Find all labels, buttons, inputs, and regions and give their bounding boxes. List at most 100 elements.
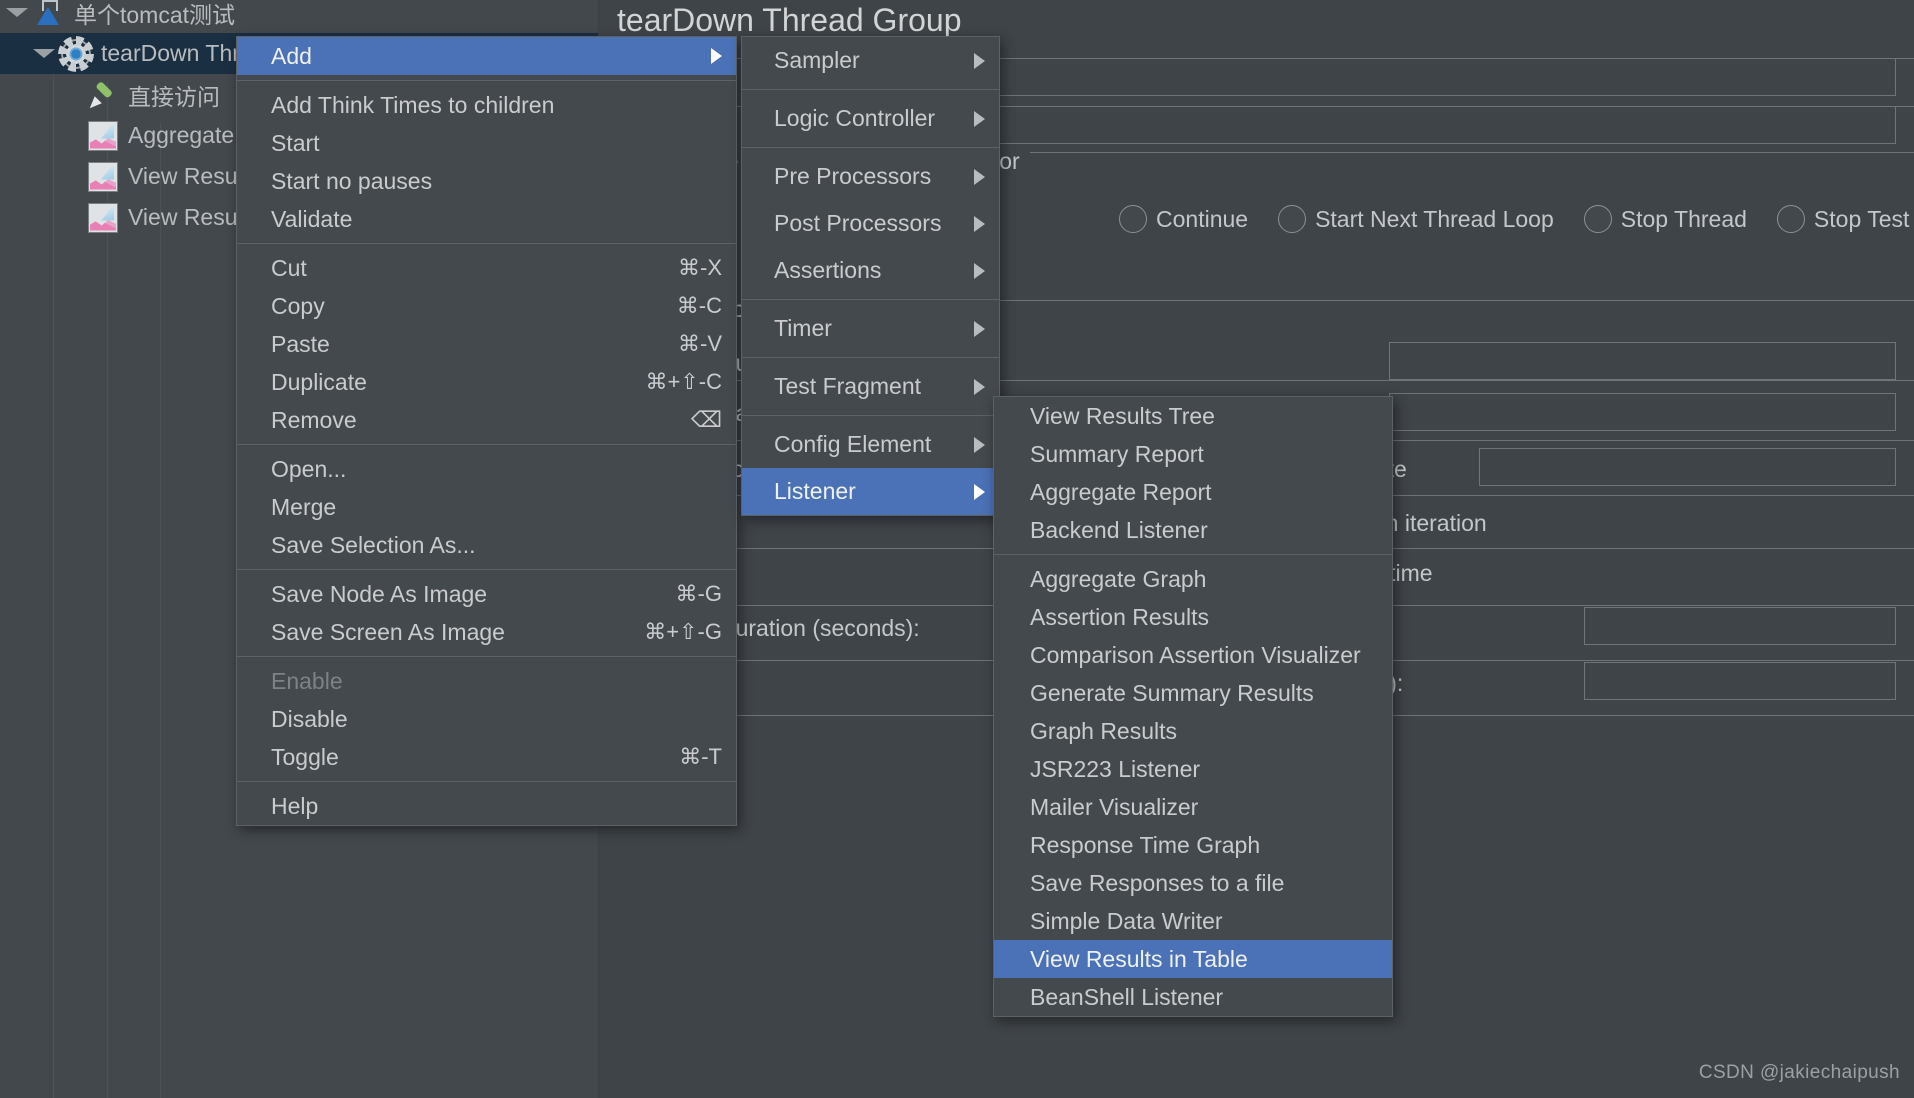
menu-item-label: Pre Processors [774, 163, 932, 189]
menu-item-help[interactable]: Help [237, 787, 736, 825]
listener-item-aggregate-graph[interactable]: Aggregate Graph [994, 560, 1392, 598]
chevron-right-icon [974, 52, 985, 69]
menu-item-label: Comparison Assertion Visualizer [1030, 641, 1361, 668]
page-title: tearDown Thread Group [617, 2, 962, 38]
menu-item-enable: Enable [237, 662, 736, 700]
chevron-right-icon [974, 378, 985, 395]
listener-item-summary-report[interactable]: Summary Report [994, 435, 1392, 473]
menu-item-start-no-pauses[interactable]: Start no pauses [237, 162, 736, 200]
chevron-right-icon [711, 48, 722, 64]
listener-item-mailer-visualizer[interactable]: Mailer Visualizer [994, 788, 1392, 826]
menu-item-label: Response Time Graph [1030, 831, 1261, 858]
add-item-logic-controller[interactable]: Logic Controller [742, 95, 999, 142]
context-menu[interactable]: Add Add Think Times to children Start Start… [236, 36, 737, 826]
menu-item-save-screen-as-image[interactable]: Save Screen As Image ⌘+⇧-G [237, 613, 736, 651]
chart-icon [88, 202, 118, 233]
add-submenu[interactable]: Sampler Logic Controller Pre Processors Pos… [741, 36, 1000, 516]
listener-item-view-results-tree[interactable]: View Results Tree [994, 397, 1392, 435]
gear-icon [61, 38, 91, 69]
menu-item-toggle[interactable]: Toggle ⌘-T [237, 738, 736, 776]
chevron-right-icon [974, 483, 985, 500]
add-item-pre-processors[interactable]: Pre Processors [742, 153, 999, 200]
num-threads-input[interactable] [1389, 342, 1896, 380]
startup-delay-input[interactable] [1584, 662, 1896, 700]
ramp-up-input[interactable] [1389, 393, 1896, 431]
radio-stop-test[interactable] [1776, 205, 1805, 233]
menu-item-label: Validate [271, 205, 353, 232]
menu-item-remove[interactable]: Remove ⌫ [237, 401, 736, 439]
chevron-down-icon[interactable] [6, 8, 28, 17]
listener-submenu[interactable]: View Results Tree Summary Report Aggregate… [993, 396, 1393, 1017]
menu-item-label: Save Node As Image [271, 580, 488, 607]
chart-icon [88, 161, 118, 192]
menu-item-duplicate[interactable]: Duplicate ⌘+⇧-C [237, 363, 736, 401]
radio-label-continue: Continue [1156, 205, 1249, 232]
menu-item-copy[interactable]: Copy ⌘-C [237, 287, 736, 325]
menu-item-save-selection-as[interactable]: Save Selection As... [237, 526, 736, 564]
listener-item-view-results-in-table[interactable]: View Results in Table [994, 940, 1392, 978]
tree-item-label: 直接访问 [128, 83, 220, 110]
menu-item-label: Save Responses to a file [1030, 869, 1285, 896]
add-item-post-processors[interactable]: Post Processors [742, 200, 999, 247]
add-item-assertions[interactable]: Assertions [742, 247, 999, 294]
listener-item-beanshell-listener[interactable]: BeanShell Listener [994, 978, 1392, 1016]
menu-item-label: Help [271, 792, 319, 819]
listener-item-jsr223-listener[interactable]: JSR223 Listener [994, 750, 1392, 788]
menu-item-open[interactable]: Open... [237, 450, 736, 488]
chevron-right-icon [974, 262, 985, 279]
add-item-timer[interactable]: Timer [742, 305, 999, 352]
chevron-down-icon[interactable] [33, 49, 55, 58]
jmeter-window: 单个tomcat测试 tearDown Thread Group 直接访问 Aggre… [0, 0, 1914, 1098]
menu-item-label: Add Think Times to children [271, 91, 555, 118]
radio-stop-thread[interactable] [1583, 205, 1612, 233]
add-item-config-element[interactable]: Config Element [742, 421, 999, 468]
menu-item-validate[interactable]: Validate [237, 200, 736, 238]
menu-item-shortcut: ⌘-X [678, 255, 722, 280]
menu-item-label: Config Element [774, 431, 932, 457]
menu-separator [237, 243, 736, 244]
chevron-right-icon [974, 436, 985, 453]
menu-item-label: Post Processors [774, 210, 942, 236]
menu-item-start[interactable]: Start [237, 124, 736, 162]
listener-item-graph-results[interactable]: Graph Results [994, 712, 1392, 750]
listener-item-comparison-assertion-visualizer[interactable]: Comparison Assertion Visualizer [994, 636, 1392, 674]
menu-separator [237, 781, 736, 782]
menu-item-paste[interactable]: Paste ⌘-V [237, 325, 736, 363]
add-item-test-fragment[interactable]: Test Fragment [742, 363, 999, 410]
listener-item-response-time-graph[interactable]: Response Time Graph [994, 826, 1392, 864]
menu-item-merge[interactable]: Merge [237, 488, 736, 526]
menu-item-label: Graph Results [1030, 717, 1178, 744]
menu-item-add-think-times-to-children[interactable]: Add Think Times to children [237, 86, 736, 124]
listener-item-simple-data-writer[interactable]: Simple Data Writer [994, 902, 1392, 940]
radio-label-stop-thread: Stop Thread [1620, 205, 1747, 232]
listener-item-backend-listener[interactable]: Backend Listener [994, 511, 1392, 549]
duration-input[interactable] [1584, 607, 1896, 645]
add-item-sampler[interactable]: Sampler [742, 37, 999, 84]
radio-continue[interactable] [1119, 205, 1147, 233]
menu-item-disable[interactable]: Disable [237, 700, 736, 738]
listener-item-aggregate-report[interactable]: Aggregate Report [994, 473, 1392, 511]
pipette-icon [88, 80, 118, 110]
loop-count-input[interactable] [1479, 448, 1896, 486]
add-item-listener[interactable]: Listener [742, 468, 999, 515]
radio-label-stop-test: Stop Test [1813, 205, 1910, 232]
menu-item-save-node-as-image[interactable]: Save Node As Image ⌘-G [237, 575, 736, 613]
menu-separator [237, 444, 736, 445]
menu-item-label: Backend Listener [1030, 516, 1208, 543]
menu-item-label: Save Selection As... [271, 531, 476, 558]
listener-item-assertion-results[interactable]: Assertion Results [994, 598, 1392, 636]
menu-item-add[interactable]: Add [237, 37, 736, 75]
listener-item-save-responses-to-a-file[interactable]: Save Responses to a file [994, 864, 1392, 902]
menu-item-shortcut: ⌫ [690, 407, 722, 432]
menu-item-shortcut: ⌘-C [676, 293, 722, 318]
menu-separator [742, 299, 999, 300]
menu-item-label: Sampler [774, 47, 860, 73]
menu-item-cut[interactable]: Cut ⌘-X [237, 249, 736, 287]
menu-separator [237, 569, 736, 570]
chevron-right-icon [974, 110, 985, 127]
listener-item-generate-summary-results[interactable]: Generate Summary Results [994, 674, 1392, 712]
radio-start-next-loop[interactable] [1278, 205, 1307, 233]
tree-item-0[interactable]: 单个tomcat测试 [0, 0, 598, 33]
menu-item-label: Enable [271, 667, 343, 694]
menu-item-label: Timer [774, 315, 832, 341]
